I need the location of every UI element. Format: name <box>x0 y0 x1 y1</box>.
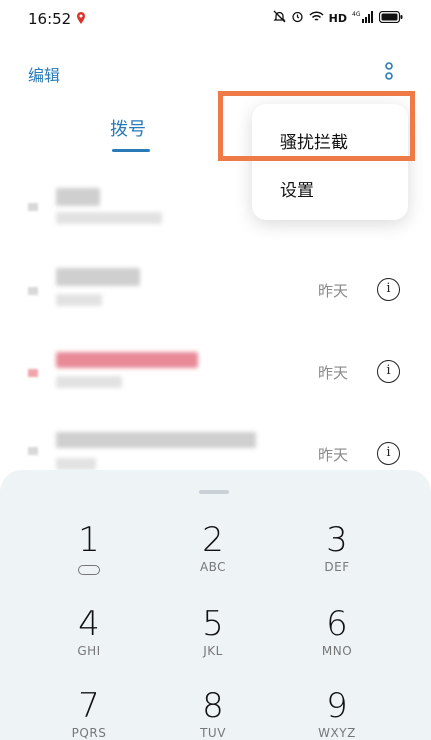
info-icon[interactable]: i <box>377 442 400 465</box>
key-1[interactable]: 1 <box>44 520 134 579</box>
key-digit: 4 <box>78 604 100 644</box>
key-letters: PQRS <box>71 726 107 740</box>
contact-detail-blurred <box>56 458 96 470</box>
key-9[interactable]: 9 WXYZ <box>292 686 382 740</box>
status-time: 16:52 <box>28 10 72 28</box>
wifi-icon <box>309 10 324 26</box>
battery-icon <box>378 10 403 26</box>
mute-bell-icon <box>273 10 286 26</box>
key-letters: TUV <box>200 726 226 740</box>
hd-icon: HD <box>328 11 347 25</box>
key-digit: 2 <box>202 520 224 560</box>
more-vertical-icon[interactable] <box>380 60 398 86</box>
key-letters: GHI <box>77 644 101 658</box>
key-letters: WXYZ <box>318 726 356 740</box>
key-letters: DEF <box>324 560 350 574</box>
edit-button[interactable]: 编辑 <box>28 62 60 86</box>
key-6[interactable]: 6 MNO <box>292 604 382 658</box>
call-type-indicator <box>28 203 38 211</box>
menu-item-settings[interactable]: 设置 <box>280 176 314 201</box>
key-digit: 9 <box>326 686 348 726</box>
dialpad: 1 2 ABC 3 DEF 4 GHI 5 JKL 6 MNO 7 PQRS 8… <box>0 470 431 740</box>
contact-name-blurred <box>56 188 100 206</box>
contact-name-blurred <box>56 432 256 448</box>
missed-call-indicator <box>28 369 38 377</box>
contact-name-blurred <box>56 268 140 286</box>
contact-detail-blurred <box>56 294 102 306</box>
info-icon[interactable]: i <box>377 360 400 383</box>
key-letters: ABC <box>199 560 227 574</box>
contact-detail-blurred <box>56 212 162 224</box>
signal-icon: 4G <box>352 10 374 26</box>
call-log-row[interactable]: 昨天 i <box>0 344 431 414</box>
call-type-indicator <box>28 287 38 295</box>
key-digit: 7 <box>78 686 100 726</box>
status-icons: HD 4G <box>273 10 403 26</box>
key-5[interactable]: 5 JKL <box>168 604 258 658</box>
alarm-icon <box>291 10 304 26</box>
svg-text:4G: 4G <box>352 11 361 18</box>
contact-detail-blurred <box>56 376 122 388</box>
key-letters: MNO <box>321 644 353 658</box>
key-digit: 1 <box>78 520 100 560</box>
call-date: 昨天 <box>318 446 349 464</box>
key-8[interactable]: 8 TUV <box>168 686 258 740</box>
call-type-indicator <box>28 447 38 455</box>
tab-indicator <box>112 149 150 152</box>
call-date: 昨天 <box>318 282 349 300</box>
key-letters: JKL <box>203 644 223 658</box>
contact-name-blurred <box>56 352 198 368</box>
key-digit: 6 <box>326 604 348 644</box>
key-3[interactable]: 3 DEF <box>292 520 382 574</box>
call-log-row[interactable]: 昨天 i <box>0 262 431 332</box>
call-date: 昨天 <box>318 364 349 382</box>
info-icon[interactable]: i <box>377 278 400 301</box>
drag-handle[interactable] <box>199 490 229 494</box>
location-pin-icon <box>75 11 87 31</box>
key-2[interactable]: 2 ABC <box>168 520 258 574</box>
key-4[interactable]: 4 GHI <box>44 604 134 658</box>
key-7[interactable]: 7 PQRS <box>44 686 134 740</box>
key-digit: 5 <box>202 604 224 644</box>
status-bar: 16:52 HD 4G <box>0 0 431 40</box>
highlight-annotation <box>218 91 415 161</box>
key-digit: 3 <box>326 520 348 560</box>
key-digit: 8 <box>202 686 224 726</box>
tab-dial[interactable]: 拨号 <box>110 115 146 141</box>
voicemail-icon <box>78 565 100 575</box>
